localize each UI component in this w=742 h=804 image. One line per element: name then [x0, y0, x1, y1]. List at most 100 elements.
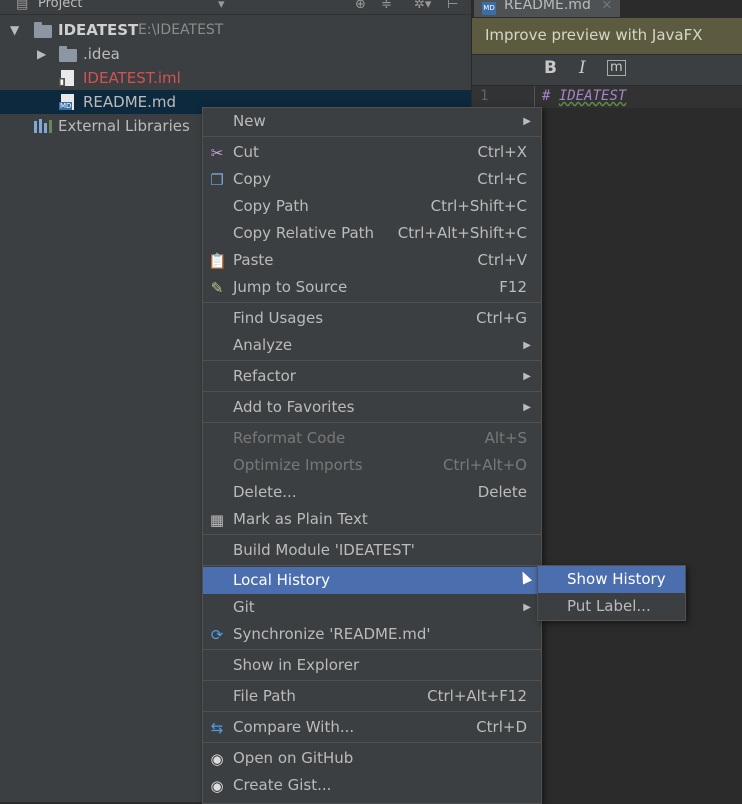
menu-item-label: Cut [233, 143, 259, 161]
menu-item-label: Local History [233, 571, 331, 589]
project-icon: ▤ [16, 0, 29, 12]
code-line-1[interactable]: # IDEATEST [542, 88, 626, 104]
menu-item-shortcut: Ctrl+X [477, 143, 527, 161]
preview-notification-bar: Improve preview with JavaFX [472, 18, 742, 54]
github-icon: ◉ [210, 750, 224, 768]
menu-item-create-gist[interactable]: ◉ Create Gist... [203, 772, 541, 799]
menu-separator [203, 422, 541, 423]
editor-tab-readme[interactable]: MD README.md × [474, 0, 620, 17]
jump-to-source-icon: ✎ [210, 279, 224, 297]
hide-panel-icon[interactable]: ⊢ [447, 0, 458, 12]
menu-item-copy-path[interactable]: Copy Path Ctrl+Shift+C [203, 193, 541, 220]
submenu-arrow-icon: ▶ [523, 602, 531, 613]
menu-item-shortcut: Ctrl+Alt+F12 [427, 687, 527, 705]
menu-item-synchronize[interactable]: ⟳ Synchronize 'README.md' [203, 621, 541, 648]
sync-icon: ⟳ [210, 626, 224, 644]
tree-item-idea[interactable]: ▶ .idea [0, 42, 471, 66]
menu-item-reformat-code[interactable]: Reformat Code Alt+S [203, 425, 541, 452]
project-title[interactable]: Project [38, 0, 82, 11]
menu-item-delete[interactable]: Delete... Delete [203, 479, 541, 506]
menu-item-label: Find Usages [233, 309, 324, 327]
menu-item-local-history[interactable]: Local History ▶ [203, 567, 541, 594]
menu-item-mark-as-plain-text[interactable]: ▦ Mark as Plain Text [203, 506, 541, 533]
menu-separator [203, 302, 541, 303]
markdown-toolbar: B I m [472, 55, 742, 85]
menu-item-compare-with[interactable]: ⇆ Compare With... Ctrl+D [203, 714, 541, 741]
menu-item-label: Add to Favorites [233, 398, 355, 416]
menu-item-git[interactable]: Git ▶ [203, 594, 541, 621]
menu-item-label: Jump to Source [233, 278, 348, 296]
gear-icon[interactable]: ✲▾ [414, 0, 431, 12]
menu-item-label: Reformat Code [233, 429, 346, 447]
github-icon: ◉ [210, 777, 224, 795]
iml-file-icon: ▮ [59, 70, 74, 86]
submenu-arrow-icon: ▶ [523, 371, 531, 382]
menu-item-build-module[interactable]: Build Module 'IDEATEST' [203, 537, 541, 564]
menu-item-shortcut: Alt+S [484, 429, 527, 447]
preview-notice-text[interactable]: Improve preview with JavaFX [485, 26, 703, 44]
menu-item-file-path[interactable]: File Path Ctrl+Alt+F12 [203, 683, 541, 710]
menu-item-open-on-github[interactable]: ◉ Open on GitHub [203, 745, 541, 772]
menu-item-copy-relative-path[interactable]: Copy Relative Path Ctrl+Alt+Shift+C [203, 220, 541, 247]
tree-item-label: .idea [83, 45, 120, 63]
tree-item-label: IDEATEST.iml [83, 69, 181, 87]
tree-item-iml[interactable]: ▮ IDEATEST.iml [0, 66, 471, 90]
code-button[interactable]: m [607, 60, 626, 76]
menu-item-shortcut: Ctrl+C [477, 170, 527, 188]
collapse-all-icon[interactable]: ≑ [381, 0, 392, 12]
view-dropdown-icon[interactable]: ▾ [218, 0, 225, 12]
menu-item-shortcut: Ctrl+D [476, 718, 527, 736]
project-tool-header: ▤ Project ▾ ⊕ ≑ ✲▾ ⊢ [0, 0, 471, 15]
menu-separator [203, 360, 541, 361]
menu-item-paste[interactable]: 📋 Paste Ctrl+V [203, 247, 541, 274]
menu-item-label: Open on GitHub [233, 749, 354, 767]
menu-separator [203, 711, 541, 712]
menu-item-analyze[interactable]: Analyze ▶ [203, 332, 541, 359]
close-tab-icon[interactable]: × [601, 0, 613, 13]
expand-arrow-icon[interactable]: ▼ [10, 18, 19, 42]
menu-item-show-in-explorer[interactable]: Show in Explorer [203, 652, 541, 679]
libraries-icon [34, 119, 52, 133]
menu-item-copy[interactable]: ❐ Copy Ctrl+C [203, 166, 541, 193]
root-name: IDEATEST [58, 21, 139, 39]
menu-separator [203, 136, 541, 137]
menu-item-label: Delete... [233, 483, 297, 501]
menu-item-cut[interactable]: ✂ Cut Ctrl+X [203, 139, 541, 166]
menu-item-label: Paste [233, 251, 274, 269]
menu-item-refactor[interactable]: Refactor ▶ [203, 363, 541, 390]
line-number: 1 [480, 88, 489, 104]
menu-item-label: Optimize Imports [233, 456, 363, 474]
submenu-arrow-icon: ▶ [523, 340, 531, 351]
tree-root-row[interactable]: ▼ IDEATEST E:\IDEATEST [0, 18, 471, 42]
bold-button[interactable]: B [544, 58, 557, 78]
folder-icon [59, 46, 77, 62]
tree-item-label: README.md [83, 93, 177, 111]
plain-text-icon: ▦ [209, 511, 225, 529]
menu-item-label: Copy Relative Path [233, 224, 375, 242]
menu-item-label: Synchronize 'README.md' [233, 625, 431, 643]
menu-item-shortcut: Ctrl+G [476, 309, 527, 327]
menu-item-optimize-imports[interactable]: Optimize Imports Ctrl+Alt+O [203, 452, 541, 479]
italic-button[interactable]: I [579, 58, 586, 78]
menu-item-label: Compare With... [233, 718, 355, 736]
collapse-arrow-icon[interactable]: ▶ [37, 42, 46, 66]
submenu-item-show-history[interactable]: Show History [538, 566, 685, 593]
module-folder-icon [34, 22, 52, 38]
menu-item-label: New [233, 112, 266, 130]
compare-icon: ⇆ [210, 719, 224, 737]
menu-item-jump-to-source[interactable]: ✎ Jump to Source F12 [203, 274, 541, 301]
menu-item-find-usages[interactable]: Find Usages Ctrl+G [203, 305, 541, 332]
submenu-item-put-label[interactable]: Put Label... [538, 593, 685, 620]
menu-item-label: Refactor [233, 367, 296, 385]
context-menu: New ▶ ✂ Cut Ctrl+X ❐ Copy Ctrl+C Copy Pa… [202, 107, 542, 804]
scroll-from-source-icon[interactable]: ⊕ [355, 0, 366, 12]
menu-separator [203, 649, 541, 650]
submenu-arrow-icon: ▶ [523, 402, 531, 413]
menu-separator [203, 534, 541, 535]
menu-item-add-to-favorites[interactable]: Add to Favorites ▶ [203, 394, 541, 421]
menu-item-label: Git [233, 598, 255, 616]
menu-item-label: Show History [567, 570, 666, 588]
menu-item-shortcut: Ctrl+V [477, 251, 527, 269]
heading-text: IDEATEST [558, 88, 627, 104]
menu-item-new[interactable]: New ▶ [203, 108, 541, 135]
